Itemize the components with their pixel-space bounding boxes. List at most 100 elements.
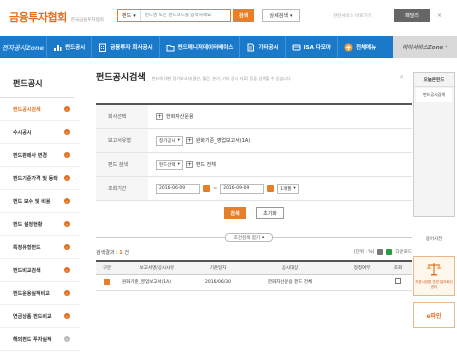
chevron-down-icon: ▾ bbox=[177, 162, 180, 167]
fund-value: 펀드 전체 bbox=[195, 162, 216, 168]
report-type-icon bbox=[104, 278, 110, 285]
period-select[interactable]: 1개월 ▾ bbox=[277, 183, 299, 194]
glossary-link[interactable]: 용어사전 bbox=[413, 236, 455, 242]
building-icon bbox=[98, 43, 107, 52]
plus-circle-icon bbox=[344, 43, 353, 52]
add-report-button[interactable]: + bbox=[185, 137, 193, 144]
result-label: 검색결과 : bbox=[96, 249, 118, 256]
sidebar-item-compare-search[interactable]: 펀드비교검색 › bbox=[0, 259, 80, 282]
sidebar-item-label: 펀드비교검색 bbox=[13, 267, 41, 274]
report-type-select[interactable]: 정기공시 ▾ bbox=[156, 135, 183, 146]
fund-select[interactable]: 펀드선택 ▾ bbox=[156, 159, 183, 170]
sidebar-item-label: 펀드공시검색 bbox=[13, 106, 41, 113]
sidebar-item-special-type[interactable]: 특정유형펀드 › bbox=[0, 236, 80, 259]
recent-funds-title: 오늘본펀드 bbox=[414, 73, 454, 87]
cell-date: 2016/06/30 bbox=[196, 274, 240, 291]
chevron-right-icon: › bbox=[64, 244, 70, 250]
download-label[interactable]: 다운로드 bbox=[395, 249, 412, 255]
page-subtitle: 펀드에 대한 정기보고서(결산, 월간, 분기, 기타 공시 자료) 등을 검색… bbox=[151, 76, 292, 81]
service-shortcut-text[interactable]: 관련서비스 바로가기 bbox=[333, 13, 372, 19]
sidebar-item-performance[interactable]: 펀드운용실적비교 › bbox=[0, 282, 80, 305]
main-content: 펀드공시검색 펀드에 대한 정기보고서(결산, 월간, 분기, 기타 공시 자료… bbox=[96, 70, 412, 291]
search-box: 펀드 ▾ bbox=[117, 9, 231, 22]
sidebar-item-occasional[interactable]: 수시공시 › bbox=[0, 121, 80, 144]
logo-sub-text: 한국금융투자협회 bbox=[70, 18, 104, 23]
chevron-up-icon: ▴ bbox=[262, 235, 265, 240]
nav-item-label: 전체메뉴 bbox=[355, 45, 377, 51]
reset-button[interactable]: 초기화 bbox=[256, 207, 284, 219]
page-heading: 펀드공시검색 펀드에 대한 정기보고서(결산, 월간, 분기, 기타 공시 자료… bbox=[96, 70, 412, 88]
fund-label: 펀드 검색 bbox=[96, 153, 148, 176]
chevron-right-icon: › bbox=[64, 106, 70, 112]
nav-item-label: ISA 다모아 bbox=[303, 45, 331, 51]
result-count: 검색결과 : 1 건 bbox=[96, 249, 129, 256]
col-date: 기준일자 bbox=[196, 260, 240, 275]
date-to-input[interactable]: 2016-09-09 bbox=[220, 183, 265, 194]
search-category-select[interactable]: 펀드 ▾ bbox=[118, 10, 141, 21]
date-from-input[interactable]: 2016-06-09 bbox=[156, 183, 200, 194]
law-inquiry-banner[interactable]: 자본시장법 관련 질의회신센터 bbox=[413, 256, 455, 296]
nav-item-label: 펀드공시 bbox=[65, 45, 86, 51]
chevron-down-icon: ▾ bbox=[133, 12, 136, 19]
cell-report-name[interactable]: 원화기준_영업보고서(1A) bbox=[118, 274, 196, 291]
result-unit: 건 bbox=[124, 249, 129, 256]
result-tools: [단위 : %] 다운로드 bbox=[354, 249, 412, 255]
scales-icon bbox=[426, 262, 442, 278]
period-select-value: 1개월 bbox=[280, 186, 292, 192]
nav-item-fund-manager[interactable]: 펀드매니저데이터베이스 bbox=[158, 36, 240, 58]
chevron-down-icon: ▾ bbox=[289, 12, 293, 19]
sidebar-item-fees[interactable]: 펀드 보수 및 비용 › bbox=[0, 190, 80, 213]
recent-fund-item[interactable]: 펀드공시검색 bbox=[416, 88, 452, 102]
nav-item-all-menu[interactable]: 전체메뉴 bbox=[336, 36, 382, 58]
advanced-search-button[interactable]: 상세검색 ▾ bbox=[262, 9, 300, 22]
fold-conditions-button[interactable]: 조건검색 접기 ▴ bbox=[225, 233, 273, 242]
efine-banner[interactable]: e파인 bbox=[413, 302, 455, 328]
nav-item-isa[interactable]: ISA 다모아 bbox=[284, 36, 337, 58]
nav-item-fund-disclosure[interactable]: 펀드공시 bbox=[46, 36, 91, 58]
col-report-name: 보고서명/공시사유 bbox=[118, 260, 196, 275]
nav-item-other-disclosure[interactable]: 기타공시 bbox=[239, 36, 284, 58]
nav-item-label: 기타공시 bbox=[258, 45, 279, 51]
chevron-right-icon: › bbox=[64, 290, 70, 296]
nav-item-label: 금융투자 회사공시 bbox=[110, 45, 153, 51]
sidebar-item-setup-status[interactable]: 펀드 설정현황 › bbox=[0, 213, 80, 236]
calendar-icon[interactable] bbox=[267, 185, 275, 192]
col-amended: 정정여부 bbox=[340, 260, 384, 275]
family-site-select[interactable]: 패밀리 bbox=[394, 9, 430, 22]
add-company-button[interactable]: + bbox=[156, 113, 163, 120]
excel-icon[interactable] bbox=[386, 249, 393, 255]
nav-item-company-disclosure[interactable]: 금융투자 회사공시 bbox=[91, 36, 158, 58]
add-fund-button[interactable]: + bbox=[185, 161, 193, 168]
period-label: 조회기간 bbox=[96, 177, 148, 200]
search-input[interactable] bbox=[140, 13, 223, 18]
search-submit-button[interactable]: 검색 bbox=[224, 207, 246, 219]
my-service-zone[interactable]: 마이서비스Zone › bbox=[393, 36, 457, 58]
law-inquiry-label: 자본시장법 관련 질의회신센터 bbox=[415, 280, 453, 289]
report-type-value: 정기공시 bbox=[159, 138, 176, 144]
sidebar-item-fund-search[interactable]: 펀드공시검색 › bbox=[0, 98, 80, 121]
close-icon[interactable]: × bbox=[437, 12, 442, 19]
search-button[interactable]: 검색 bbox=[233, 9, 254, 22]
chevron-right-icon: › bbox=[64, 175, 70, 181]
unit-label: [단위 : %] bbox=[353, 250, 375, 255]
print-icon[interactable] bbox=[377, 249, 384, 255]
nav-zone-label[interactable]: 전자공시Zone bbox=[0, 36, 46, 58]
site-logo[interactable]: 금융투자협회 한국금융투자협회 bbox=[9, 9, 104, 25]
sidebar-item-overseas[interactable]: 해외펀드 투자실적 › bbox=[0, 328, 80, 351]
sidebar-item-seller-change[interactable]: 펀드판매사 변경 › bbox=[0, 144, 80, 167]
chevron-right-icon: › bbox=[64, 221, 70, 227]
left-sidebar: 펀드공시 펀드공시검색 › 수시공시 › 펀드판매사 변경 › 펀드기준가격 및… bbox=[0, 70, 80, 351]
chevron-right-icon: › bbox=[64, 198, 70, 204]
sidebar-title: 펀드공시 bbox=[0, 70, 74, 98]
view-document-icon[interactable] bbox=[395, 278, 401, 284]
home-icon[interactable]: ⌂ bbox=[400, 74, 403, 80]
sidebar-item-nav-price[interactable]: 펀드기준가격 및 등락 › bbox=[0, 167, 80, 190]
result-bar: 검색결과 : 1 건 [단위 : %] 다운로드 bbox=[96, 247, 412, 257]
table-row[interactable]: 원화기준_영업보고서(1A) 2016/06/30 한화자산운용 펀드 전체 bbox=[96, 274, 412, 291]
form-buttons: 검색 초기화 bbox=[96, 201, 412, 225]
report-label: 보고서유형 bbox=[96, 129, 148, 152]
search-category-label: 펀드 bbox=[122, 13, 132, 19]
sidebar-item-pension[interactable]: 연금상품 펀드비교 › bbox=[0, 305, 80, 328]
chevron-right-icon: › bbox=[64, 336, 70, 342]
calendar-icon[interactable] bbox=[203, 185, 210, 192]
